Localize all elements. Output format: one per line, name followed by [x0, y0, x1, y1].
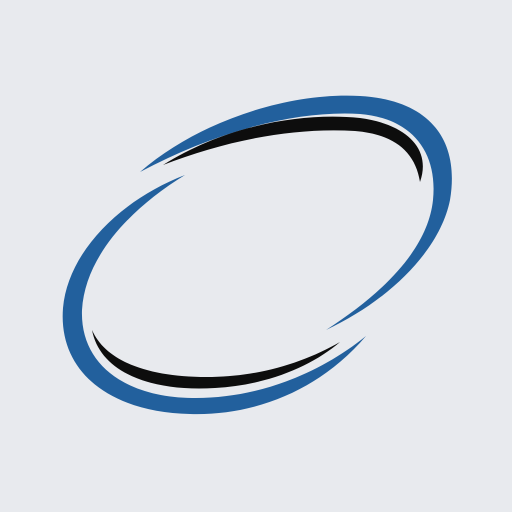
- swoosh-ellipse-logo-icon: [62, 95, 452, 415]
- app-icon-canvas: [0, 0, 512, 512]
- inner-swoosh-upper: [163, 116, 423, 182]
